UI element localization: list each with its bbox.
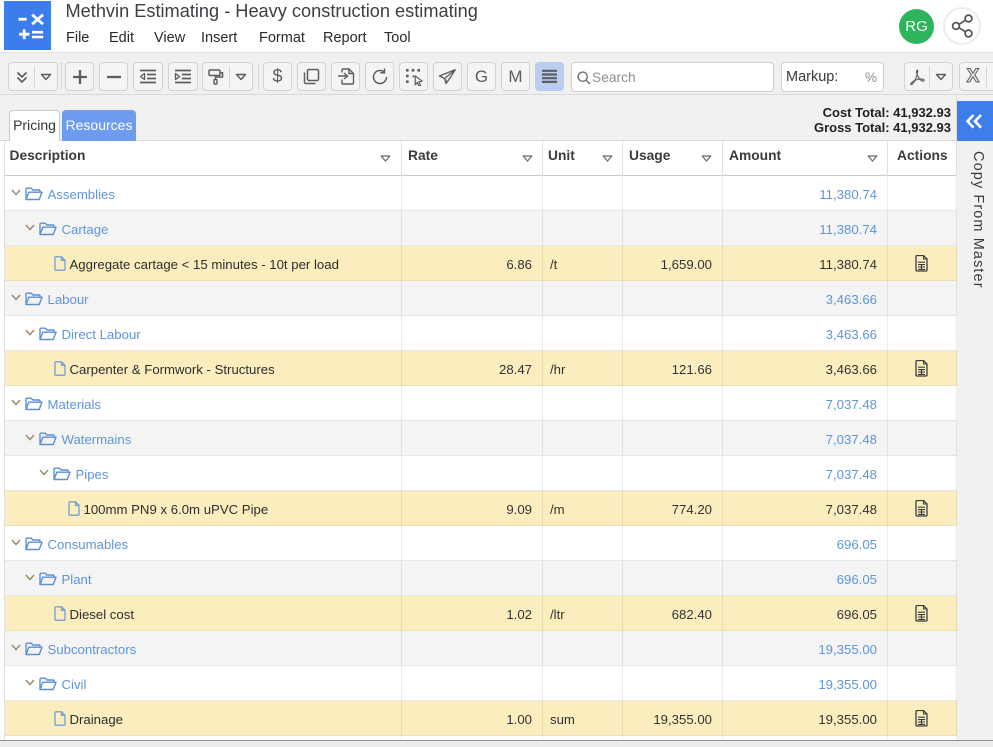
svg-text:X: X: [967, 68, 980, 85]
